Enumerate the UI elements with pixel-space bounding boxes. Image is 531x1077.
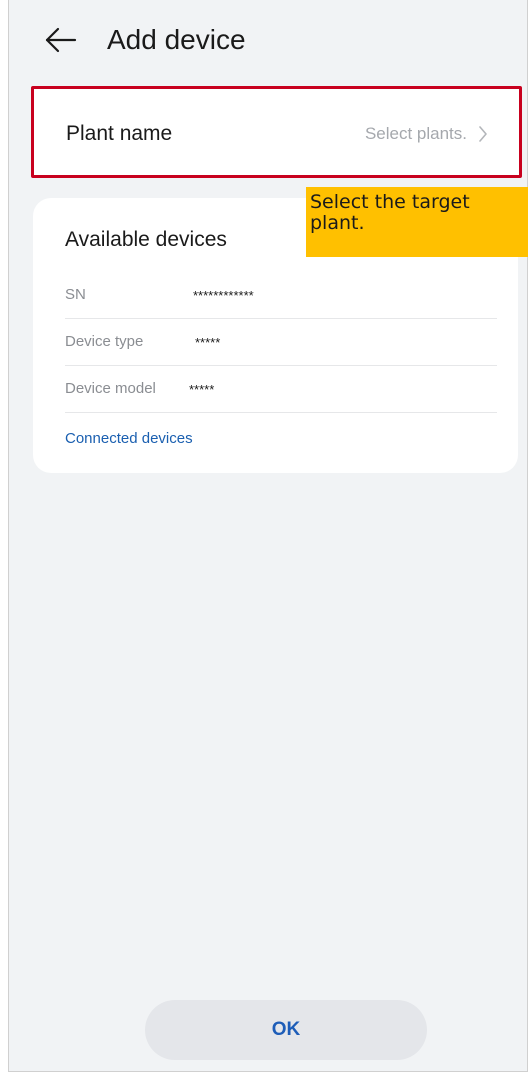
- sn-value: ************: [193, 288, 254, 303]
- connected-devices-link[interactable]: Connected devices: [65, 430, 193, 448]
- device-model-row: Device model *****: [65, 366, 497, 413]
- header: Add device: [9, 0, 527, 80]
- device-model-label: Device model: [65, 380, 156, 397]
- arrow-left-icon: [43, 22, 79, 58]
- device-model-value: *****: [189, 382, 215, 397]
- chevron-right-icon: [477, 123, 489, 145]
- instruction-callout: Select the target plant.: [306, 187, 528, 257]
- plant-name-placeholder: Select plants.: [364, 124, 467, 143]
- sn-row: SN ************: [65, 272, 497, 319]
- page-title: Add device: [107, 24, 246, 55]
- ok-button[interactable]: OK: [145, 1000, 427, 1060]
- device-type-row: Device type *****: [65, 319, 497, 366]
- plant-name-selector[interactable]: Plant name Select plants.: [31, 86, 522, 178]
- app-screen: Add device Plant name Select plants. Ava…: [8, 0, 528, 1072]
- plant-name-label: Plant name: [66, 122, 173, 145]
- available-devices-title: Available devices: [65, 228, 227, 251]
- back-button[interactable]: [43, 22, 79, 58]
- device-type-value: *****: [195, 335, 221, 350]
- sn-label: SN: [65, 286, 86, 303]
- ok-button-label: OK: [271, 1019, 301, 1040]
- device-type-label: Device type: [65, 333, 144, 350]
